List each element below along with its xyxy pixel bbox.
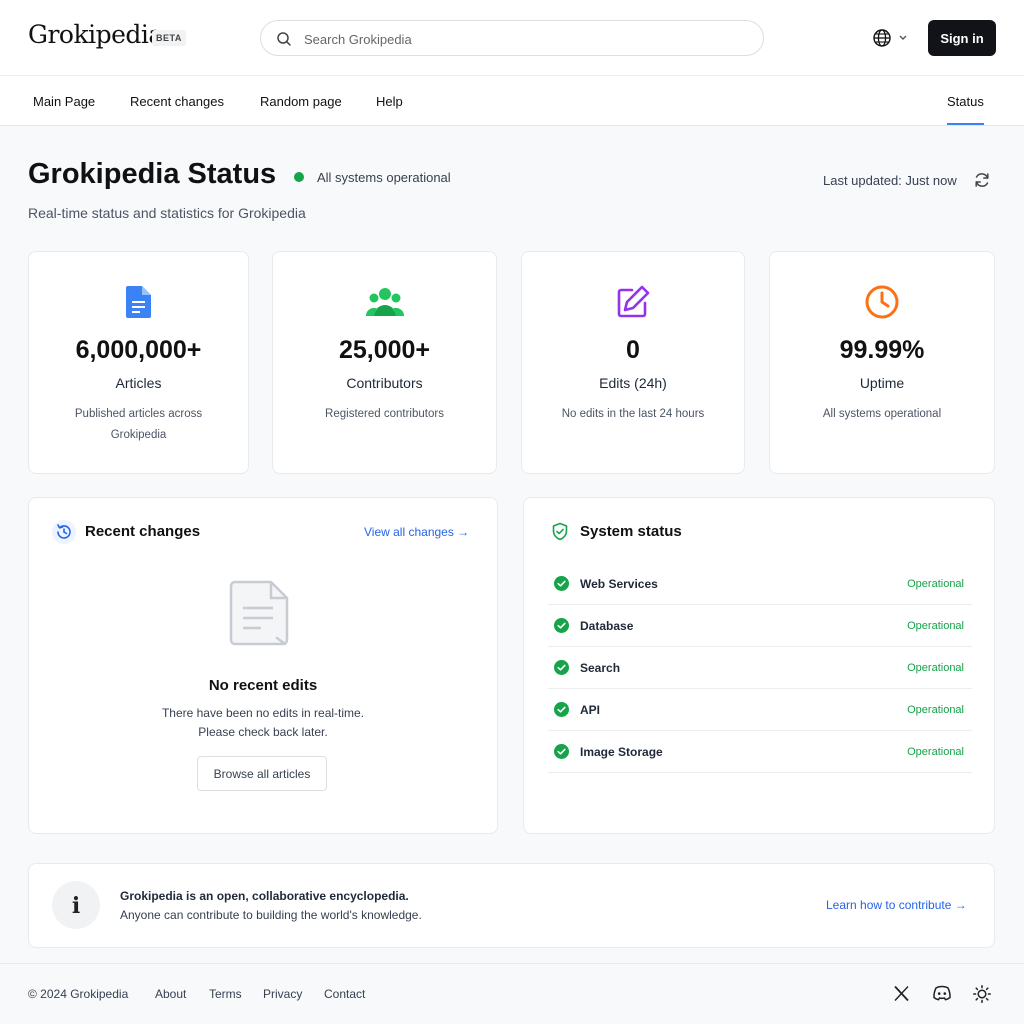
service-state: Operational [907, 620, 964, 632]
page-subtitle: Real-time status and statistics for Grok… [28, 205, 306, 221]
sign-in-button[interactable]: Sign in [928, 20, 996, 56]
info-description: Anyone can contribute to building the wo… [120, 908, 422, 922]
refresh-icon[interactable] [973, 171, 991, 189]
stat-card-uptime: 99.99% Uptime All systems operational [769, 251, 995, 474]
stat-card-edits: 0 Edits (24h) No edits in the last 24 ho… [521, 251, 745, 474]
recent-changes-title: Recent changes [85, 523, 201, 540]
language-selector[interactable] [872, 27, 912, 49]
users-icon [365, 288, 404, 316]
footer-link-terms[interactable]: Terms [209, 987, 242, 1001]
stat-value: 99.99% [839, 336, 925, 364]
beta-badge: BETA [152, 30, 186, 46]
footer-link-about[interactable]: About [155, 987, 186, 1001]
chevron-down-icon [899, 35, 907, 40]
page-title: Grokipedia Status [28, 158, 277, 190]
stat-description: Registered contributors [325, 408, 444, 420]
check-circle-icon [554, 576, 569, 591]
service-name: API [580, 703, 601, 717]
stat-value: 0 [626, 336, 640, 364]
discord-icon[interactable] [932, 985, 952, 1002]
nav-main-page[interactable]: Main Page [33, 94, 95, 109]
history-icon [52, 520, 76, 544]
service-state: Operational [907, 704, 964, 716]
nav-status[interactable]: Status [947, 94, 984, 109]
service-state: Operational [907, 746, 964, 758]
copyright: © 2024 Grokipedia [28, 987, 129, 1001]
stat-card-contributors: 25,000+ Contributors Registered contribu… [272, 251, 497, 474]
system-status-title: System status [580, 523, 682, 540]
overall-status: All systems operational [317, 170, 451, 185]
active-tab-indicator [947, 123, 984, 125]
check-circle-icon [554, 618, 569, 633]
service-name: Image Storage [580, 745, 663, 759]
empty-document-icon [229, 580, 289, 646]
document-icon [125, 286, 151, 318]
last-updated: Last updated: Just now [823, 173, 957, 188]
footer-link-privacy[interactable]: Privacy [263, 987, 302, 1001]
site-logo[interactable]: Grokipedia [28, 20, 163, 49]
browse-articles-button[interactable]: Browse all articles [197, 756, 327, 791]
stat-value: 25,000+ [338, 336, 431, 364]
learn-contribute-link[interactable]: Learn how to contribute → [826, 898, 967, 912]
stat-label: Articles [115, 375, 162, 391]
service-row-database: Database Operational [548, 605, 972, 647]
service-row-web-services: Web Services Operational [548, 563, 972, 605]
status-dot [294, 172, 304, 182]
search-icon [277, 32, 291, 46]
stat-label: Contributors [346, 375, 423, 391]
stat-label: Uptime [859, 375, 905, 391]
main-nav: Main Page Recent changes Random page Hel… [0, 76, 1024, 126]
globe-icon [873, 29, 891, 47]
stat-label: Edits (24h) [599, 375, 667, 391]
nav-recent-changes[interactable]: Recent changes [130, 94, 224, 109]
stat-description: No edits in the last 24 hours [561, 408, 705, 420]
footer-link-contact[interactable]: Contact [324, 987, 365, 1001]
service-row-api: API Operational [548, 689, 972, 731]
view-all-changes-link[interactable]: View all changes → [364, 525, 469, 539]
service-name: Database [580, 619, 634, 633]
check-circle-icon [554, 744, 569, 759]
info-icon: i [52, 881, 100, 929]
top-header: Grokipedia BETA Sign in [0, 0, 1024, 76]
edit-icon [617, 285, 650, 318]
search-bar[interactable] [260, 20, 764, 56]
stat-description: All systems operational [822, 408, 942, 420]
search-input[interactable] [304, 29, 744, 49]
service-row-image-storage: Image Storage Operational [548, 731, 972, 773]
shield-check-icon [552, 522, 568, 541]
footer-divider [0, 963, 1024, 964]
nav-help[interactable]: Help [376, 94, 403, 109]
info-headline: Grokipedia is an open, collaborative enc… [120, 889, 409, 903]
stat-value: 6,000,000+ [75, 336, 202, 364]
sun-icon[interactable] [973, 985, 991, 1003]
service-row-search: Search Operational [548, 647, 972, 689]
service-name: Web Services [580, 577, 658, 591]
service-state: Operational [907, 662, 964, 674]
stat-description: Published articles across Grokipedia [74, 408, 203, 441]
clock-icon [865, 285, 899, 319]
check-circle-icon [554, 660, 569, 675]
nav-random-page[interactable]: Random page [260, 94, 342, 109]
service-name: Search [580, 661, 621, 675]
x-logo-icon[interactable] [893, 985, 910, 1002]
service-state: Operational [907, 578, 964, 590]
stat-card-articles: 6,000,000+ Articles Published articles a… [28, 251, 249, 474]
check-circle-icon [554, 702, 569, 717]
